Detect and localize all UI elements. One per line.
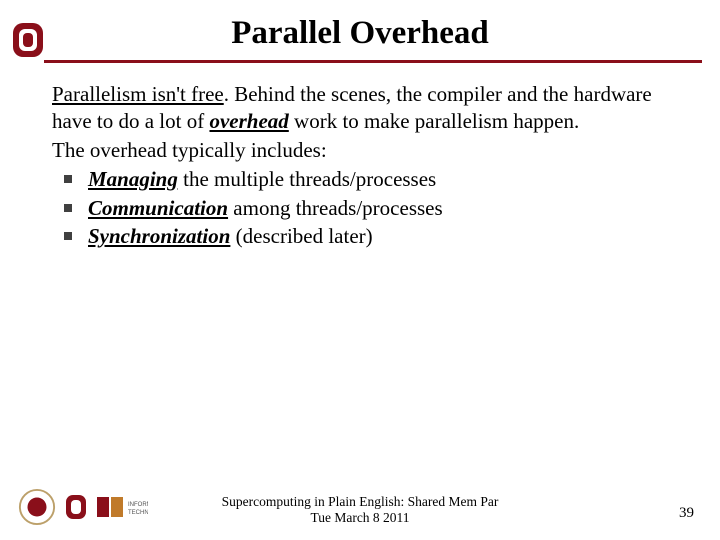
footer: INFORMATION TECHNOLOGY Supercomputing in… — [0, 494, 720, 526]
bullet-rest: among threads/processes — [228, 196, 443, 220]
svg-text:INFORMATION: INFORMATION — [128, 502, 148, 508]
ou-small-logo-icon — [64, 492, 88, 522]
body-text: Parallelism isn't free. Behind the scene… — [0, 63, 720, 250]
svg-text:TECHNOLOGY: TECHNOLOGY — [128, 510, 148, 516]
bullet-list: Managing the multiple threads/processes … — [52, 166, 668, 251]
title-area: Parallel Overhead — [0, 0, 720, 63]
ou-logo-icon — [10, 18, 46, 62]
it-logo-icon: INFORMATION TECHNOLOGY — [96, 493, 148, 521]
overhead-term: overhead — [209, 109, 288, 133]
bullet-rest: the multiple threads/processes — [178, 167, 436, 191]
list-item: Managing the multiple threads/processes — [60, 166, 668, 193]
slide: Parallel Overhead Parallelism isn't free… — [0, 0, 720, 540]
bullet-term: Managing — [88, 167, 178, 191]
slide-title: Parallel Overhead — [0, 15, 720, 52]
paragraph-2: The overhead typically includes: — [52, 137, 668, 164]
bullet-term: Synchronization — [88, 224, 230, 248]
slide-number: 39 — [679, 505, 694, 522]
oscer-logo-icon — [18, 488, 56, 526]
bullet-rest: (described later) — [230, 224, 372, 248]
list-item: Synchronization (described later) — [60, 223, 668, 250]
list-item: Communication among threads/processes — [60, 195, 668, 222]
lead-phrase: Parallelism isn't free — [52, 82, 224, 106]
bullet-term: Communication — [88, 196, 228, 220]
p1-text-b: work to make parallelism happen. — [289, 109, 579, 133]
paragraph-1: Parallelism isn't free. Behind the scene… — [52, 81, 668, 135]
footer-logos: INFORMATION TECHNOLOGY — [18, 488, 148, 526]
